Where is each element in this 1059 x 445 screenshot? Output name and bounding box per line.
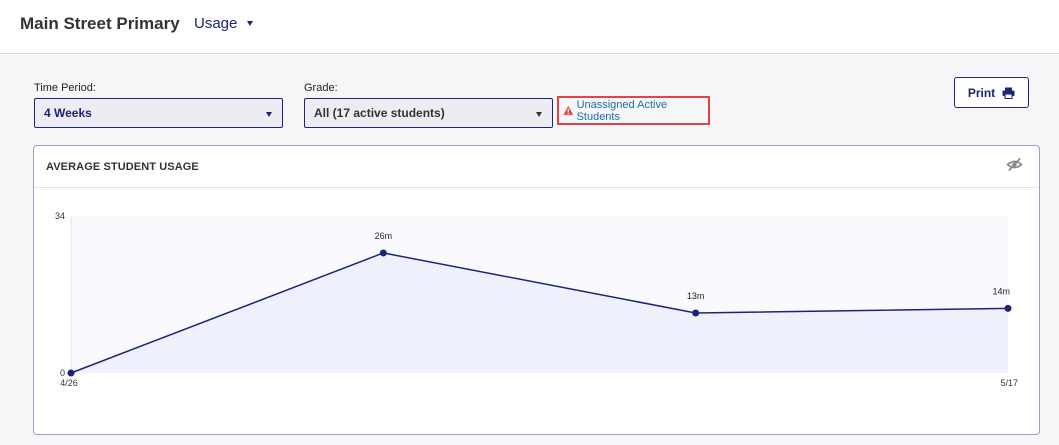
data-point (67, 369, 75, 377)
section-dropdown-label: Usage (194, 15, 238, 32)
data-label: 13m (687, 291, 705, 301)
print-button-label: Print (967, 85, 996, 100)
time-period-select[interactable]: 4 Weeks (34, 98, 283, 128)
x-tick-label: 4/26 (60, 378, 78, 388)
data-label: 26m (375, 231, 393, 241)
y-tick-label: 34 (55, 211, 65, 221)
data-label: 14m (992, 286, 1010, 296)
x-tick-label: 5/17 (1000, 378, 1018, 388)
school-name: Main Street Primary (20, 14, 180, 33)
grade-value: All (17 active students) (314, 106, 445, 120)
caret-down-icon (247, 21, 254, 26)
printer-icon (1002, 87, 1015, 99)
unassigned-students-link[interactable]: Unassigned Active Students (557, 96, 710, 125)
time-period-value: 4 Weeks (44, 106, 92, 120)
unassigned-students-text: Unassigned Active Students (576, 98, 668, 123)
grade-select[interactable]: All (17 active students) (304, 98, 553, 128)
grade-label: Grade: (304, 82, 338, 94)
time-period-label: Time Period: (34, 82, 96, 94)
main-content: Time Period: 4 Weeks Grade: All (17 acti… (0, 55, 1059, 445)
top-bar: Main Street Primary Usage (0, 0, 1059, 54)
usage-chart-card: AVERAGE STUDENT USAGE 26m 13m 14m 34 0 4/26 5/… (33, 145, 1040, 435)
caret-down-icon (266, 112, 272, 117)
warning-triangle-icon (563, 105, 574, 115)
data-point (692, 309, 700, 317)
data-point (379, 249, 387, 257)
data-point (1004, 304, 1012, 312)
print-button[interactable]: Print (954, 77, 1029, 108)
caret-down-icon (536, 112, 542, 117)
y-tick-label: 0 (60, 368, 65, 378)
section-dropdown[interactable]: Usage (194, 15, 254, 32)
usage-chart: 26m 13m 14m 34 04/26 5/17 (55, 211, 1018, 388)
